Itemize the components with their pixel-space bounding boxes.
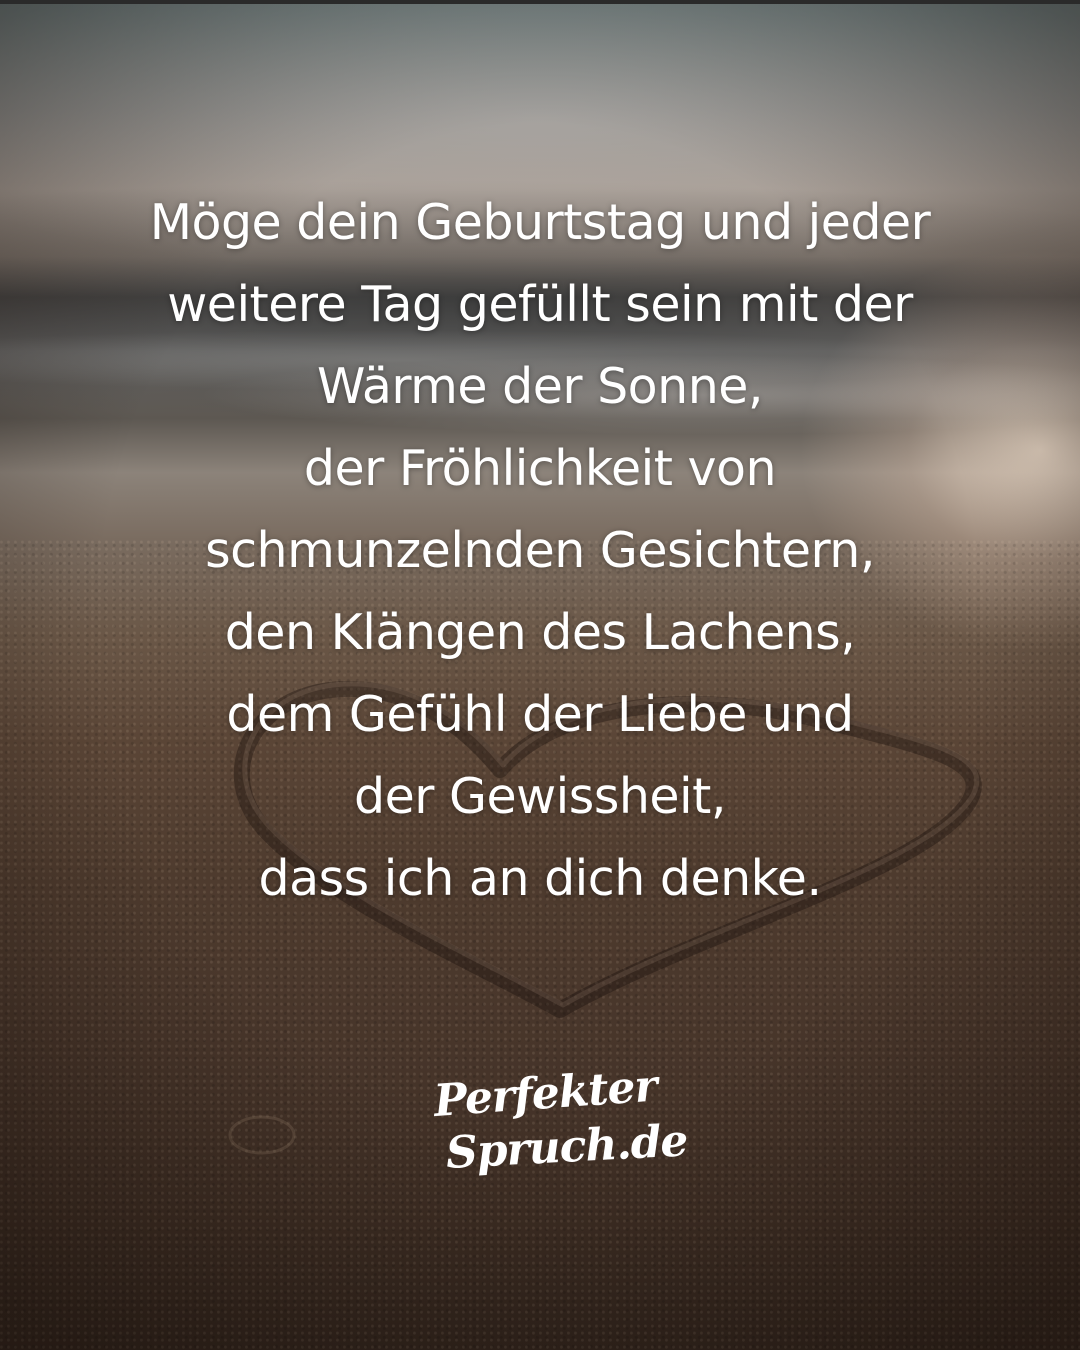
birthday-quote: Möge dein Geburtstag und jeder weitere T… [40,182,1040,920]
logo-line-2: Spruch.de [444,1115,689,1179]
quote-line: weitere Tag gefüllt sein mit der [167,276,913,333]
quote-line: dem Gefühl der Liebe und [226,686,854,743]
logo-line-1: Perfekter [432,1060,659,1127]
quote-line: der Gewissheit, [354,768,726,825]
quote-line: Möge dein Geburtstag und jeder [149,194,931,251]
quote-line: der Fröhlichkeit von [303,440,777,497]
perfekter-spruch-logo: Perfekter Spruch.de [420,1061,688,1190]
top-border [0,0,1080,4]
quote-line: den Klängen des Lachens, [224,604,856,661]
quote-line: schmunzelnden Gesichtern, [205,522,875,579]
quote-line: Wärme der Sonne, [317,358,763,415]
quote-card: Möge dein Geburtstag und jeder weitere T… [0,0,1080,1350]
quote-line: dass ich an dich denke. [258,850,822,907]
